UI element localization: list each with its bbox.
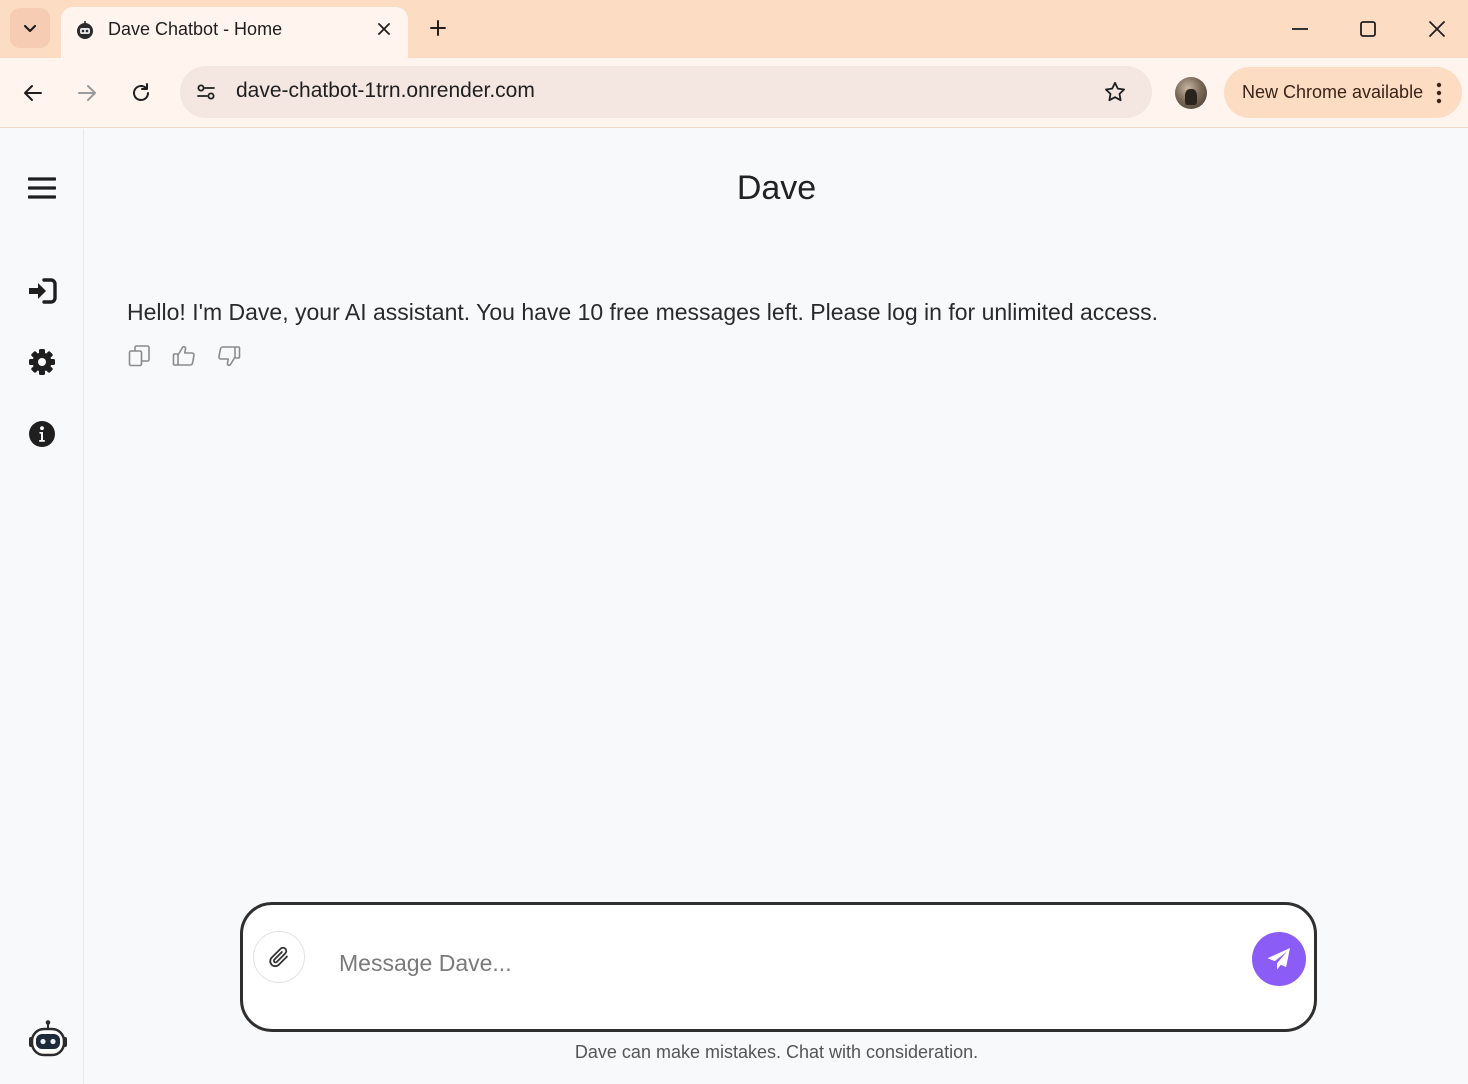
copy-button[interactable] — [125, 342, 153, 370]
new-tab-button[interactable] — [422, 12, 454, 44]
info-icon — [29, 421, 55, 447]
minimize-button[interactable] — [1280, 10, 1320, 48]
bookmark-button[interactable] — [1101, 78, 1129, 106]
page-title: Dave — [736, 169, 817, 207]
close-icon — [378, 23, 390, 35]
arrow-left-icon — [24, 85, 42, 101]
window-close-button[interactable] — [1417, 10, 1457, 48]
hamburger-menu-icon — [28, 177, 56, 199]
info-button[interactable] — [22, 414, 62, 454]
attach-file-button[interactable] — [253, 931, 305, 983]
profile-avatar[interactable] — [1175, 77, 1207, 109]
assistant-message: Hello! I'm Dave, your AI assistant. You … — [127, 299, 1158, 325]
disclaimer-text: Dave can make mistakes. Chat with consid… — [574, 1042, 979, 1062]
back-button[interactable] — [14, 74, 52, 112]
robot-favicon-icon — [77, 21, 93, 39]
robot-logo-icon — [29, 1020, 67, 1057]
tab-title: Dave Chatbot - Home — [108, 19, 283, 39]
chat-main: Dave Hello! I'm Dave, your AI assistant.… — [85, 129, 1468, 1084]
message-input[interactable] — [339, 946, 1219, 980]
address-bar[interactable]: dave-chatbot-1trn.onrender.com — [180, 66, 1152, 118]
tab-close-button[interactable] — [373, 18, 395, 40]
tab-strip: Dave Chatbot - Home — [0, 0, 1468, 58]
maximize-button[interactable] — [1348, 10, 1388, 48]
star-icon — [1105, 81, 1125, 102]
sidebar — [0, 129, 84, 1084]
thumbs-up-button[interactable] — [170, 342, 198, 370]
thumbs-up-icon — [172, 345, 195, 366]
tune-icon — [197, 84, 215, 100]
maximize-icon — [1360, 21, 1376, 37]
message-composer — [240, 902, 1317, 1032]
login-button[interactable] — [22, 271, 62, 311]
tab-search-button[interactable] — [10, 8, 50, 48]
more-menu-icon[interactable] — [1429, 79, 1449, 107]
plus-icon — [430, 20, 446, 36]
update-label: New Chrome available — [1242, 82, 1424, 102]
minimize-icon — [1292, 28, 1308, 30]
send-button[interactable] — [1252, 932, 1306, 986]
menu-button[interactable] — [22, 168, 62, 208]
copy-icon — [128, 345, 150, 367]
reload-button[interactable] — [122, 74, 160, 112]
reload-icon — [133, 83, 149, 101]
active-tab[interactable]: Dave Chatbot - Home — [61, 7, 408, 58]
paper-plane-icon — [1267, 948, 1290, 970]
thumbs-down-button[interactable] — [215, 342, 243, 370]
settings-button[interactable] — [22, 342, 62, 382]
forward-button[interactable] — [68, 74, 106, 112]
browser-toolbar: dave-chatbot-1trn.onrender.com New Chrom… — [0, 58, 1468, 128]
paperclip-icon — [269, 946, 288, 968]
gear-icon — [29, 349, 55, 375]
sign-in-icon — [29, 278, 57, 304]
thumbs-down-icon — [218, 346, 241, 367]
chevron-down-icon — [23, 24, 37, 33]
arrow-right-icon — [78, 85, 96, 101]
site-info-button[interactable] — [192, 78, 220, 106]
url-text[interactable]: dave-chatbot-1trn.onrender.com — [236, 79, 535, 103]
new-chrome-available-button[interactable]: New Chrome available — [1224, 67, 1462, 118]
close-icon — [1429, 21, 1445, 37]
